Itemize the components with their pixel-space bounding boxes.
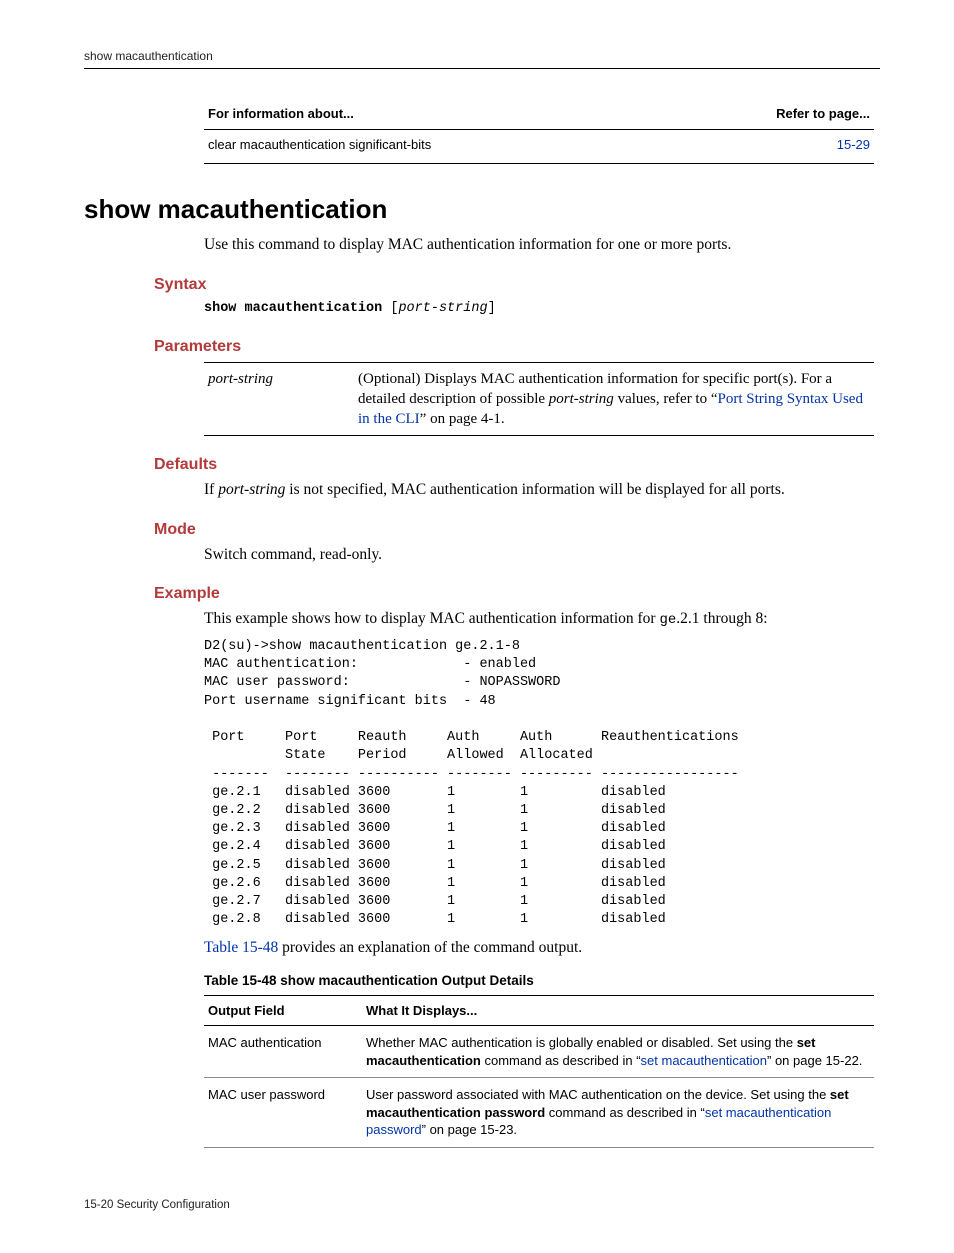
ref-header-right: Refer to page... (669, 99, 874, 129)
section-example: Example (154, 583, 880, 605)
table-row: MAC user password User password associat… (204, 1078, 874, 1148)
cli-output: D2(su)->show macauthentication ge.2.1-8 … (204, 638, 880, 930)
cross-ref-link[interactable]: set macauthentication (641, 1053, 767, 1068)
output-field-desc: Whether MAC authentication is globally e… (362, 1026, 874, 1078)
table-caption: Table 15-48 show macauthentication Outpu… (204, 972, 880, 990)
syntax-line: show macauthentication [port-string] (204, 300, 880, 318)
param-name: port-string (204, 362, 354, 436)
mode-text: Switch command, read-only. (204, 545, 880, 566)
param-desc: (Optional) Displays MAC authentication i… (354, 362, 874, 436)
output-field-name: MAC authentication (204, 1026, 362, 1078)
parameters-table: port-string (Optional) Displays MAC auth… (204, 362, 874, 437)
desc-mid: command as described in “ (545, 1105, 705, 1120)
defaults-em: port-string (218, 481, 285, 498)
defaults-pre: If (204, 481, 218, 498)
output-header-desc: What It Displays... (362, 995, 874, 1026)
param-desc-em: port-string (549, 391, 614, 407)
param-desc-tail: ” on page 4-1. (420, 411, 505, 427)
example-pre: This example shows how to display MAC au… (204, 610, 659, 627)
page-footer: 15-20 Security Configuration (84, 1198, 880, 1214)
running-header: show macauthentication (84, 48, 880, 69)
param-desc-mid: values, refer to “ (614, 391, 718, 407)
section-mode: Mode (154, 519, 880, 541)
table-ref-link[interactable]: Table 15-48 (204, 939, 278, 956)
table-row: port-string (Optional) Displays MAC auth… (204, 362, 874, 436)
post-cli-tail: provides an explanation of the command o… (278, 939, 582, 956)
post-cli-text: Table 15-48 provides an explanation of t… (204, 938, 880, 959)
ref-row-right: 15-29 (669, 129, 874, 164)
output-header-field: Output Field (204, 995, 362, 1026)
desc-pre: Whether MAC authentication is globally e… (366, 1035, 797, 1050)
ref-header-left: For information about... (204, 99, 669, 129)
defaults-post: is not specified, MAC authentication inf… (285, 481, 784, 498)
ref-row-left: clear macauthentication significant-bits (204, 129, 669, 164)
example-mono: ge (659, 612, 676, 628)
syntax-bracket-open: [ (382, 301, 398, 316)
example-intro: This example shows how to display MAC au… (204, 609, 880, 630)
page-link[interactable]: 15-29 (837, 137, 870, 152)
syntax-arg: port-string (398, 301, 487, 316)
output-field-desc: User password associated with MAC authen… (362, 1078, 874, 1148)
syntax-bracket-close: ] (488, 301, 496, 316)
reference-table: For information about... Refer to page..… (204, 99, 874, 164)
section-syntax: Syntax (154, 274, 880, 296)
output-details-table: Output Field What It Displays... MAC aut… (204, 995, 874, 1148)
page-title: show macauthentication (84, 192, 880, 227)
desc-pre: User password associated with MAC authen… (366, 1087, 830, 1102)
section-defaults: Defaults (154, 454, 880, 476)
desc-mid: command as described in “ (481, 1053, 641, 1068)
example-post: .2.1 through 8: (676, 610, 767, 627)
syntax-keyword: show macauthentication (204, 301, 382, 316)
desc-tail: ” on page 15-22. (767, 1053, 862, 1068)
table-row: MAC authentication Whether MAC authentic… (204, 1026, 874, 1078)
intro-text: Use this command to display MAC authenti… (204, 235, 880, 256)
section-parameters: Parameters (154, 336, 880, 358)
defaults-text: If port-string is not specified, MAC aut… (204, 480, 880, 501)
output-field-name: MAC user password (204, 1078, 362, 1148)
desc-tail: ” on page 15-23. (422, 1122, 517, 1137)
table-row: clear macauthentication significant-bits… (204, 129, 874, 164)
